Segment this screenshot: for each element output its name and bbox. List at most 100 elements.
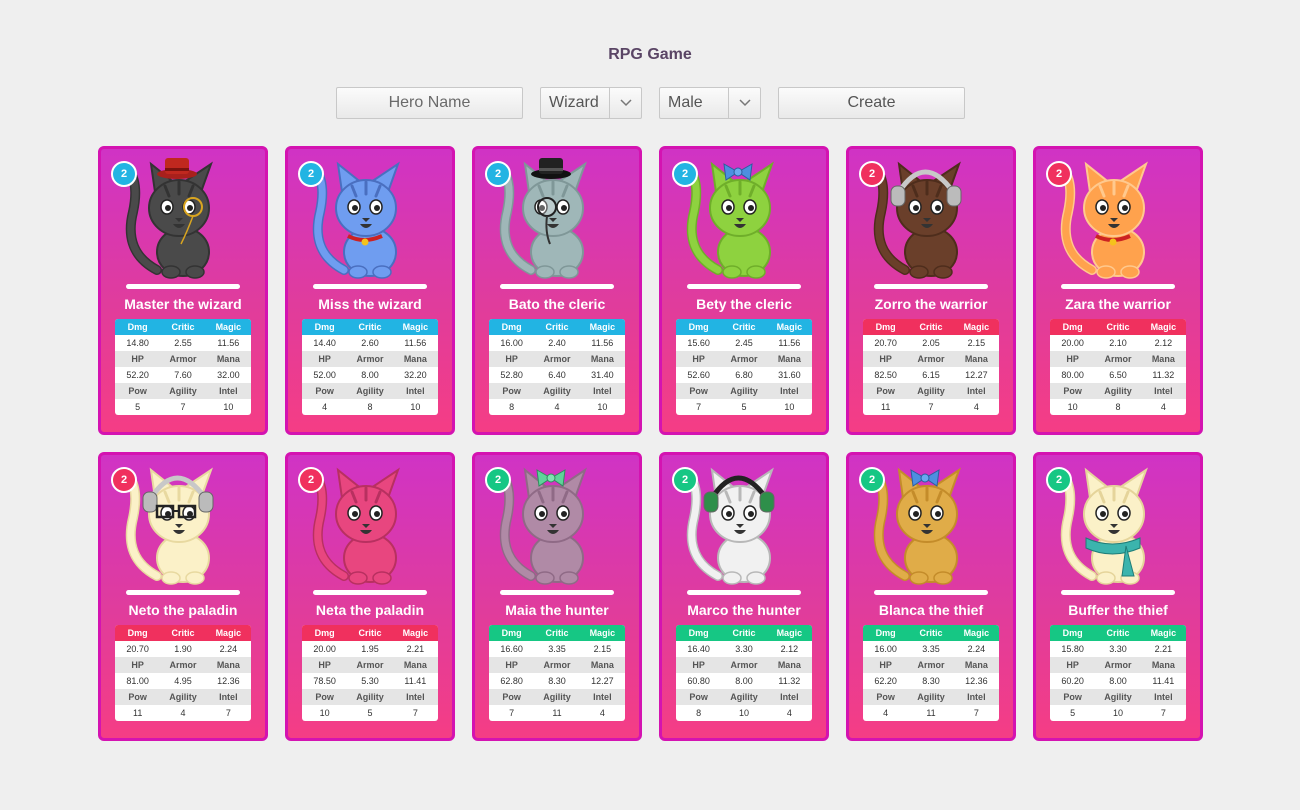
- hero-card[interactable]: 2 Buffer the thief Dmg Critic Magic 15.80 3.30…: [1033, 452, 1203, 741]
- stat-value: 7: [180, 402, 186, 412]
- page-title: RPG Game: [608, 46, 692, 63]
- stat-label: HP: [676, 351, 722, 367]
- stat-label: Armor: [534, 657, 580, 673]
- hero-card[interactable]: 2 Maia the hunter Dmg Critic Magic 16.60 3.35 2…: [472, 452, 642, 741]
- hero-portrait: [498, 467, 587, 585]
- gender-select[interactable]: Male: [659, 87, 761, 119]
- hero-card[interactable]: 2 Zara the warrior Dmg Critic Magic 20.00 2.10…: [1033, 146, 1203, 435]
- stat-value: 4: [786, 708, 792, 718]
- stat-label: Agility: [347, 383, 393, 399]
- level-badge: 2: [485, 467, 511, 493]
- stat-label: Magic: [963, 628, 990, 638]
- top-hat-icon: [157, 158, 197, 179]
- stat-value: 8.00: [1109, 676, 1127, 686]
- class-select[interactable]: Wizard: [540, 87, 642, 119]
- stat-value: 12.27: [591, 676, 614, 686]
- stat-label: Critic: [732, 322, 756, 332]
- stat-label: Pow: [863, 383, 909, 399]
- stat-label: Mana: [766, 351, 812, 367]
- hero-name: Blanca the thief: [878, 602, 984, 618]
- stat-label: Armor: [908, 657, 954, 673]
- stat-value: 52.60: [687, 370, 710, 380]
- hero-card[interactable]: 2 Blanca the thief Dmg Critic Magic 16.00 3.35…: [846, 452, 1016, 741]
- hero-card[interactable]: 2 Miss the wizard Dmg Critic Magic 14.40 2.60 1…: [285, 146, 455, 435]
- stat-value: 62.80: [500, 676, 523, 686]
- hero-name-input[interactable]: [336, 87, 523, 119]
- stat-value: 78.50: [313, 676, 336, 686]
- stat-value: 4: [599, 708, 605, 718]
- create-button[interactable]: Create: [778, 87, 965, 119]
- stat-label: Pow: [676, 383, 722, 399]
- stat-label: Pow: [489, 383, 535, 399]
- stat-label: Armor: [721, 657, 767, 673]
- stat-label: Dmg: [127, 628, 148, 638]
- stat-value: 11.41: [404, 676, 427, 686]
- stat-label: HP: [676, 657, 722, 673]
- stat-value: 4: [322, 402, 328, 412]
- hero-card[interactable]: 2 Neta the paladin Dmg Critic Magic 20.00 1.95…: [285, 452, 455, 741]
- stat-value: 8: [1115, 402, 1121, 412]
- stat-value: 12.36: [217, 676, 240, 686]
- stat-value: 7: [509, 708, 515, 718]
- stat-label: Agility: [160, 383, 206, 399]
- chevron-down-icon: [728, 88, 760, 118]
- stat-label: HP: [863, 657, 909, 673]
- stat-label: Armor: [534, 351, 580, 367]
- stat-label: Critic: [919, 628, 943, 638]
- stat-value: 32.20: [404, 370, 427, 380]
- bow-icon: [536, 469, 566, 487]
- stat-label: Intel: [205, 689, 251, 705]
- hero-card[interactable]: 2 Bato the cleric Dmg Critic Magic 16.00 2.40 1…: [472, 146, 642, 435]
- health-bar: [126, 590, 240, 595]
- stat-value: 11: [132, 708, 143, 718]
- stat-label: Pow: [863, 689, 909, 705]
- stat-value: 16.40: [687, 644, 710, 654]
- hero-portrait: [685, 161, 774, 279]
- hero-card[interactable]: 2 Marco the hunter Dmg Critic Magic 16.40 3.30…: [659, 452, 829, 741]
- health-bar: [1061, 590, 1175, 595]
- stat-label: Critic: [171, 628, 195, 638]
- stat-label: Dmg: [875, 322, 896, 332]
- hero-card[interactable]: 2 Bety the cleric Dmg Critic Magic 15.60 2.45 1…: [659, 146, 829, 435]
- stat-label: Armor: [160, 351, 206, 367]
- stat-label: Mana: [766, 657, 812, 673]
- stats-table: Dmg Critic Magic 14.80 2.55 11.56 HP Armor Mana 5…: [115, 319, 251, 415]
- stat-value: 8: [696, 708, 702, 718]
- hero-portrait: [872, 467, 961, 585]
- stat-value: 10: [1067, 402, 1078, 412]
- stat-label: Intel: [766, 689, 812, 705]
- stat-label: HP: [1050, 351, 1096, 367]
- stat-value: 11.32: [778, 676, 801, 686]
- stat-label: Pow: [676, 689, 722, 705]
- stat-label: Armor: [347, 657, 393, 673]
- hero-portrait: [1059, 161, 1148, 279]
- stat-label: Magic: [963, 322, 990, 332]
- hero-name: Bety the cleric: [696, 296, 792, 312]
- stat-label: Magic: [1150, 628, 1177, 638]
- stat-label: HP: [302, 351, 348, 367]
- level-badge: 2: [298, 467, 324, 493]
- stat-value: 11.56: [591, 338, 614, 348]
- stat-value: 10: [410, 402, 421, 412]
- stat-label: Armor: [721, 351, 767, 367]
- hero-card[interactable]: 2 Master the wizard Dmg Critic Magic 14.80 2.5…: [98, 146, 268, 435]
- level-badge: 2: [485, 161, 511, 187]
- stat-value: 7: [412, 708, 418, 718]
- stat-value: 4: [1160, 402, 1166, 412]
- stat-value: 60.80: [687, 676, 710, 686]
- stat-label: Agility: [908, 689, 954, 705]
- stat-value: 4.95: [174, 676, 192, 686]
- hero-portrait: [498, 158, 587, 279]
- hero-card[interactable]: 2 Zorro the warrior Dmg Critic Magic 20.70 2.0…: [846, 146, 1016, 435]
- stat-value: 3.30: [1109, 644, 1127, 654]
- hero-card[interactable]: 2 Neto the paladin Dmg Critic Magic 20.70 1.90…: [98, 452, 268, 741]
- stat-label: Mana: [392, 351, 438, 367]
- stat-value: 2.24: [967, 644, 986, 654]
- stat-label: Armor: [347, 351, 393, 367]
- stat-value: 3.35: [548, 644, 566, 654]
- stat-label: Agility: [908, 383, 954, 399]
- stat-label: Magic: [402, 322, 429, 332]
- stat-value: 2.55: [174, 338, 192, 348]
- level-badge: 2: [111, 467, 137, 493]
- stat-value: 11.56: [217, 338, 240, 348]
